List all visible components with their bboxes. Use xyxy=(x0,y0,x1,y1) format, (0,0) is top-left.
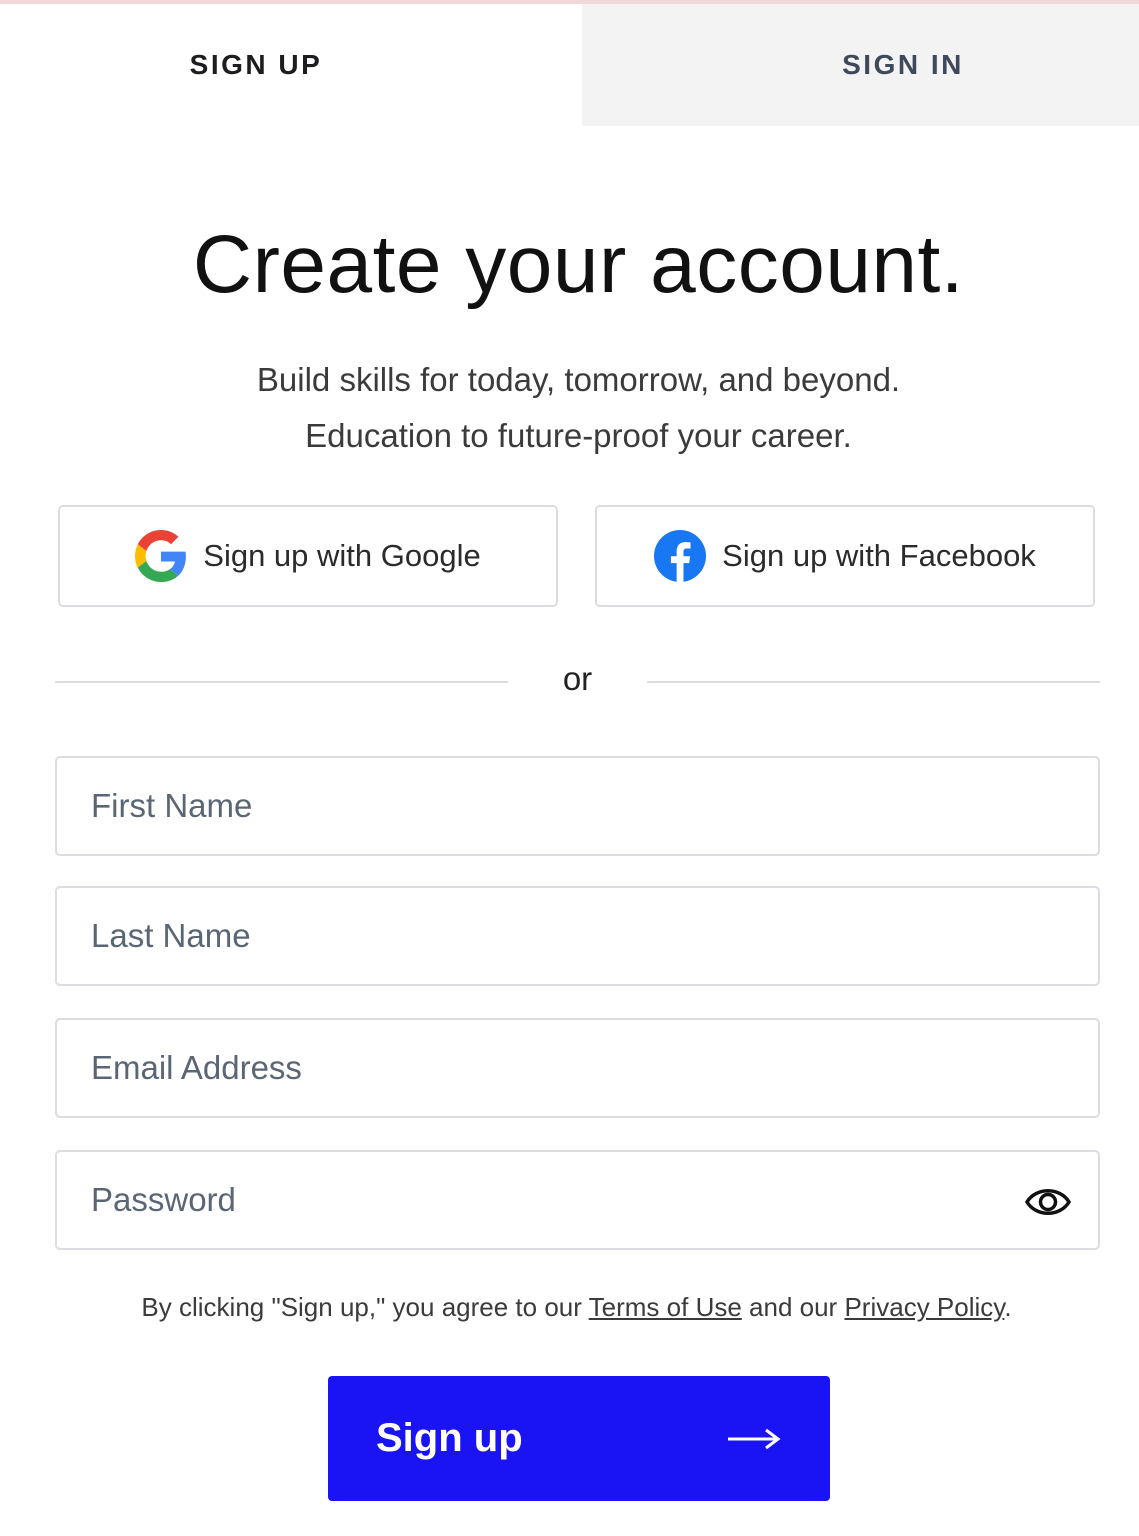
facebook-logo-icon xyxy=(654,530,707,582)
divider-left xyxy=(55,681,508,683)
google-signup-label: Sign up with Google xyxy=(203,538,481,573)
eye-icon[interactable] xyxy=(1024,1180,1072,1224)
page-title: Create your account. xyxy=(192,219,965,310)
tab-sign-up-label: SIGN UP xyxy=(189,49,323,80)
sign-up-button-label: Sign up xyxy=(376,1416,523,1460)
divider-or-text: or xyxy=(562,660,593,697)
terms-of-use-link[interactable]: Terms of Use xyxy=(589,1292,742,1322)
password-field-container xyxy=(55,1150,1100,1250)
email-input[interactable] xyxy=(57,1020,1098,1116)
password-input[interactable] xyxy=(57,1152,1098,1248)
legal-notice: By clicking "Sign up," you agree to our … xyxy=(0,1292,1139,1323)
email-field-container xyxy=(55,1018,1100,1118)
tab-sign-in[interactable]: SIGN IN xyxy=(582,4,1139,126)
last-name-field-container xyxy=(55,886,1100,986)
privacy-policy-link[interactable]: Privacy Policy xyxy=(844,1292,1004,1322)
tab-sign-up[interactable]: SIGN UP xyxy=(0,4,582,126)
sign-up-button[interactable]: Sign up xyxy=(328,1376,830,1501)
subtitle-line-1: Build skills for today, tomorrow, and be… xyxy=(256,361,901,398)
divider-right xyxy=(647,681,1100,683)
subtitle-line-2: Education to future-proof your career. xyxy=(305,417,852,454)
google-signup-button[interactable]: Sign up with Google xyxy=(58,505,558,607)
facebook-signup-label: Sign up with Facebook xyxy=(722,538,1036,573)
tab-sign-in-label: SIGN IN xyxy=(842,49,964,80)
legal-suffix: . xyxy=(1004,1292,1012,1322)
legal-middle: and our xyxy=(741,1292,845,1322)
facebook-signup-button[interactable]: Sign up with Facebook xyxy=(595,505,1095,607)
last-name-input[interactable] xyxy=(57,888,1098,984)
arrow-right-icon xyxy=(726,1427,782,1451)
legal-prefix: By clicking "Sign up," you agree to our xyxy=(141,1292,589,1322)
first-name-field-container xyxy=(55,756,1100,856)
google-logo-icon xyxy=(135,530,187,582)
first-name-input[interactable] xyxy=(57,758,1098,854)
